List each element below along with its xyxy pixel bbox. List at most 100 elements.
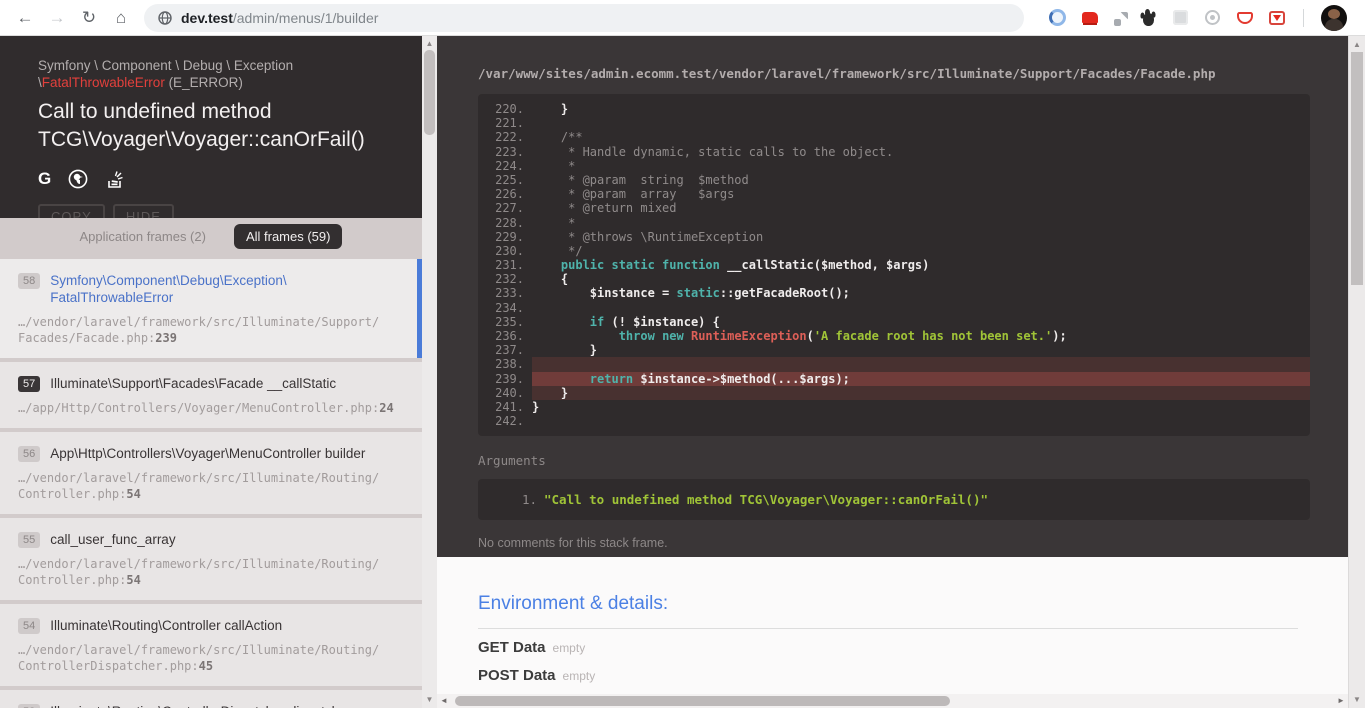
line-source: * Handle dynamic, static calls to the ob… — [532, 144, 894, 159]
frame-head: 57 Illuminate\​Support\​Facades\​Facade … — [18, 375, 402, 392]
sidebar-scroll-down-icon[interactable]: ▼ — [422, 694, 437, 706]
window-scroll-up-icon[interactable]: ▲ — [1349, 38, 1365, 51]
frame-path: …/​app/​Http/​Controllers/​Voyager/​Menu… — [18, 401, 394, 415]
stack-frame[interactable]: 58 Symfony\​Component\​Debug\​Exception\… — [0, 259, 422, 358]
address-bar[interactable]: dev.test/admin/menus/1/builder — [144, 3, 1024, 32]
browser-menu-icon[interactable]: ⋮ — [1360, 8, 1365, 28]
stack-frame[interactable]: 57 Illuminate\​Support\​Facades\​Facade … — [0, 362, 422, 428]
gnome-foot-extension-icon[interactable] — [1139, 8, 1158, 27]
gray-flower-extension-icon[interactable] — [1171, 8, 1190, 27]
line-number: 220. — [495, 102, 524, 116]
home-icon[interactable]: ⌂ — [106, 3, 136, 33]
environment-row-label: POST Data — [478, 667, 556, 684]
frame-path: …/​vendor/​laravel/​framework/​src/​Illu… — [18, 471, 380, 501]
frame-number-badge: 53 — [18, 704, 41, 708]
gray-orbit-extension-icon[interactable] — [1203, 8, 1222, 27]
sidebar-scrollbar[interactable]: ▲ ▼ — [422, 36, 437, 708]
arguments-label: Arguments — [478, 453, 546, 469]
frame-head: 58 Symfony\​Component\​Debug\​Exception\… — [18, 272, 402, 306]
red-shield-extension-icon[interactable] — [1235, 8, 1254, 27]
scroll-right-icon[interactable]: ► — [1334, 694, 1348, 708]
red-box-extension-icon[interactable] — [1267, 8, 1286, 27]
stack-frame[interactable]: 54 Illuminate\​Routing\​Controller callA… — [0, 604, 422, 686]
copy-button[interactable]: COPY — [38, 204, 105, 218]
frame-path: …/​vendor/​laravel/​framework/​src/​Illu… — [18, 557, 380, 587]
environment-row-value: empty — [562, 669, 596, 683]
gray-arrows-extension-icon[interactable] — [1112, 11, 1126, 26]
environment-details-section: Environment & details: GET Data empty POS… — [437, 557, 1348, 708]
line-source — [532, 116, 1310, 130]
line-source: return $instance->$method(...$args); — [532, 371, 1310, 386]
code-line: 237. } — [478, 343, 1310, 357]
duckduckgo-search-icon[interactable] — [68, 169, 88, 189]
line-number: 236. — [495, 329, 524, 343]
line-source — [532, 301, 1310, 315]
url-host: dev.test — [181, 9, 233, 26]
code-line: 221. — [478, 116, 1310, 130]
line-source — [532, 414, 1310, 428]
comments-note: No comments for this stack frame. — [478, 536, 668, 551]
line-source: } — [532, 343, 598, 358]
code-line: 224. * — [478, 159, 1310, 173]
google-search-icon[interactable]: G — [38, 169, 51, 189]
environment-heading: Environment & details: — [478, 593, 669, 614]
line-source: * — [532, 158, 576, 173]
frame-title: Illuminate\​Routing\​ControllerDispatche… — [50, 703, 339, 708]
code-line: 235. if (! $instance) { — [478, 315, 1310, 329]
line-number: 227. — [495, 201, 524, 216]
frame-head: 56 App\​Http\​Controllers\​Voyager\​Menu… — [18, 445, 402, 462]
window-scrollbar-thumb[interactable] — [1351, 52, 1363, 285]
frame-head: 54 Illuminate\​Routing\​Controller callA… — [18, 617, 402, 634]
red-train-extension-icon[interactable] — [1080, 8, 1099, 27]
code-line: 225. * @param string $method — [478, 173, 1310, 187]
url-path: /admin/menus/1/builder — [232, 9, 379, 26]
frame-detail-panel: /var/www/sites/admin.ecomm.test/vendor/l… — [437, 36, 1348, 708]
hide-button[interactable]: HIDE — [112, 204, 174, 218]
code-line: 229. * @throws \RuntimeException — [478, 230, 1310, 244]
code-line: 241.} — [478, 400, 1310, 414]
code-line: 232. { — [478, 272, 1310, 286]
profile-avatar[interactable] — [1321, 4, 1347, 31]
site-info-globe-icon[interactable] — [158, 10, 172, 25]
code-line: 223. * Handle dynamic, static calls to t… — [478, 145, 1310, 159]
code-line: 222. /** — [478, 130, 1310, 144]
window-scrollbar[interactable]: ▲ ▼ — [1348, 36, 1365, 708]
tab-application-frames[interactable]: Application frames (2) — [80, 229, 206, 244]
code-line: 234. — [478, 301, 1310, 315]
sidebar-scroll-up-icon[interactable]: ▲ — [422, 38, 437, 50]
line-number: 228. — [495, 215, 524, 230]
scroll-left-icon[interactable]: ◄ — [437, 694, 451, 708]
browser-toolbar: ← → ↻ ⌂ dev.test/admin/menus/1/builder ⋮ — [0, 0, 1365, 36]
horizontal-scrollbar-thumb[interactable] — [455, 696, 950, 706]
sidebar-scrollbar-thumb[interactable] — [424, 50, 435, 135]
line-number: 235. — [495, 314, 524, 329]
argument-item: 1. "Call to undefined method TCG\Voyager\… — [478, 491, 1310, 508]
toolbar-divider — [1303, 8, 1304, 27]
line-number: 240. — [495, 385, 524, 400]
tab-all-frames[interactable]: All frames (59) — [233, 224, 343, 249]
stack-frame[interactable]: 56 App\​Http\​Controllers\​Voyager\​Menu… — [0, 432, 422, 514]
back-icon[interactable]: ← — [10, 3, 40, 33]
horizontal-scrollbar[interactable]: ◄ ► — [437, 694, 1348, 708]
frame-file-path: /var/www/sites/admin.ecomm.test/vendor/l… — [478, 66, 1216, 81]
frame-title: Illuminate\​Routing\​Controller callActi… — [50, 618, 283, 633]
stackoverflow-search-icon[interactable] — [105, 170, 124, 189]
line-number: 232. — [495, 272, 524, 287]
stack-frame[interactable]: 53 Illuminate\​Routing\​ControllerDispat… — [0, 690, 422, 708]
line-number: 234. — [495, 300, 524, 315]
frame-title: Symfony\​Component\​Debug\​Exception\​Fa… — [50, 273, 287, 305]
frame-head: 53 Illuminate\​Routing\​ControllerDispat… — [18, 703, 402, 708]
line-source: /** — [532, 130, 583, 145]
refresh-icon[interactable]: ↻ — [74, 3, 104, 33]
environment-row-label: GET Data — [478, 639, 546, 656]
stack-frame[interactable]: 55 call_user_func_array …/​vendor/​larav… — [0, 518, 422, 600]
line-number: 226. — [495, 187, 524, 202]
frame-title: call_user_func_array — [50, 532, 176, 547]
blue-swirl-extension-icon[interactable] — [1048, 8, 1067, 27]
frame-number-badge: 57 — [18, 376, 41, 392]
window-scroll-down-icon[interactable]: ▼ — [1349, 693, 1365, 706]
forward-icon[interactable]: → — [42, 3, 72, 33]
line-number: 230. — [495, 243, 524, 258]
environment-divider — [478, 628, 1298, 629]
code-line: 236. throw new RuntimeException('A facad… — [478, 329, 1310, 343]
